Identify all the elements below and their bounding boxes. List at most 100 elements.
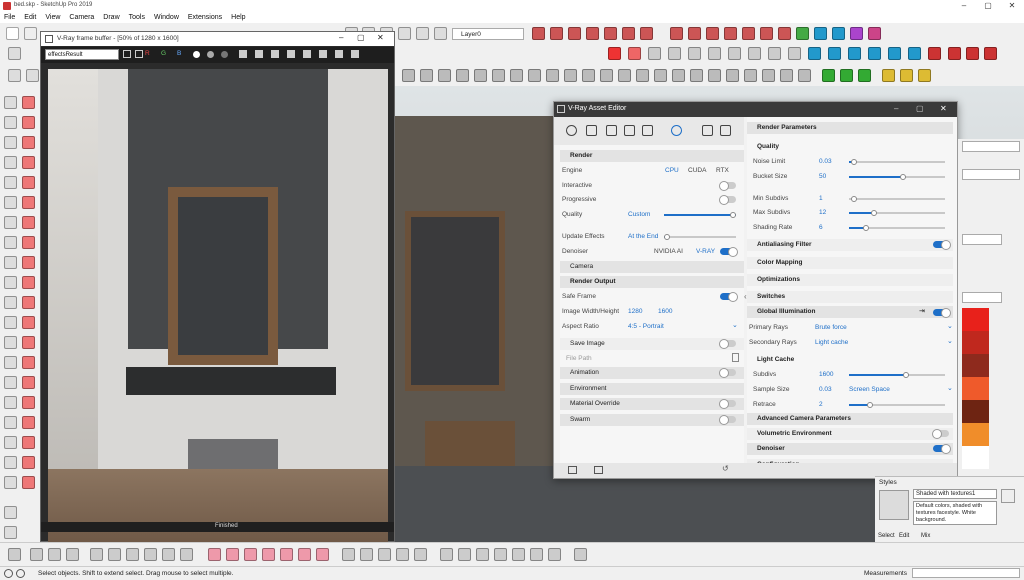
palette-tool-icon[interactable] (4, 416, 17, 429)
primary-rays-select[interactable]: Brute force (815, 324, 847, 331)
materials-icon[interactable] (566, 125, 577, 136)
fb-tool-icon[interactable] (287, 50, 295, 58)
style-thumbnail[interactable] (879, 490, 909, 520)
vray-tool-icon[interactable] (608, 47, 621, 60)
bottom-tool-icon[interactable] (8, 548, 21, 561)
shape-tool-icon[interactable] (420, 69, 433, 82)
palette-tool-icon[interactable] (4, 506, 17, 519)
eraser-tool-icon[interactable] (24, 27, 37, 40)
shape-tool-icon[interactable] (744, 69, 757, 82)
denoiser-vray-option[interactable]: V-RAY (696, 248, 715, 255)
fb-tool-icon[interactable] (221, 51, 228, 58)
fb-tool-icon[interactable] (207, 51, 214, 58)
extension-icon[interactable] (832, 27, 845, 40)
section-switches[interactable]: Switches (747, 291, 953, 303)
frame-buffer-icon[interactable] (720, 125, 731, 136)
lights-icon[interactable] (586, 125, 597, 136)
palette-tool-icon[interactable] (22, 156, 35, 169)
rotate-tool-icon[interactable] (26, 69, 39, 82)
bottom-tool-icon[interactable] (316, 548, 329, 561)
vray-tool-icon[interactable] (984, 47, 997, 60)
shape-tool-icon[interactable] (582, 69, 595, 82)
extension-icon[interactable] (850, 27, 863, 40)
shape-tool-icon[interactable] (474, 69, 487, 82)
shape-tool-icon[interactable] (456, 69, 469, 82)
section-animation[interactable]: Animation (560, 367, 744, 379)
settings-gear-icon[interactable] (671, 125, 682, 136)
palette-tool-icon[interactable] (4, 296, 17, 309)
palette-tool-icon[interactable] (22, 136, 35, 149)
vray-tool-icon[interactable] (768, 47, 781, 60)
min-subdivs-slider[interactable] (849, 198, 945, 200)
section-optimizations[interactable]: Optimizations (747, 274, 953, 286)
vray-tool-icon[interactable] (708, 47, 721, 60)
bottom-tool-icon[interactable] (494, 548, 507, 561)
extension-icon[interactable] (688, 27, 701, 40)
fb-tool-icon[interactable] (255, 50, 263, 58)
section-advanced-camera[interactable]: Advanced Camera Parameters (747, 413, 953, 425)
bottom-tool-icon[interactable] (208, 548, 221, 561)
palette-tool-icon[interactable] (22, 116, 35, 129)
shape-tool-icon[interactable] (762, 69, 775, 82)
tray-select[interactable] (962, 141, 1020, 152)
bottom-tool-icon[interactable] (48, 548, 61, 561)
fb-minimize-button[interactable]: – (339, 33, 343, 42)
shape-tool-icon[interactable] (858, 69, 871, 82)
line-tool-icon[interactable] (8, 47, 21, 60)
chevron-down-icon[interactable]: ⌄ (947, 322, 953, 330)
section-render-parameters[interactable]: Render Parameters (747, 122, 953, 134)
sample-scale-select[interactable]: Screen Space (849, 386, 890, 393)
palette-tool-icon[interactable] (4, 336, 17, 349)
noise-limit-slider-knob[interactable] (851, 159, 857, 165)
shape-tool-icon[interactable] (822, 69, 835, 82)
denoiser-nvidia-option[interactable]: NVIDIA AI (654, 248, 683, 255)
vray-tool-icon[interactable] (966, 47, 979, 60)
bottom-tool-icon[interactable] (574, 548, 587, 561)
palette-tool-icon[interactable] (4, 276, 17, 289)
extension-icon[interactable] (568, 27, 581, 40)
extension-icon[interactable] (550, 27, 563, 40)
fb-tool-icon[interactable] (303, 50, 311, 58)
palette-tool-icon[interactable] (22, 196, 35, 209)
palette-tool-icon[interactable] (22, 356, 35, 369)
extension-icon[interactable] (868, 27, 881, 40)
bottom-tool-icon[interactable] (180, 548, 193, 561)
palette-tool-icon[interactable] (22, 476, 35, 489)
style-description[interactable]: Default colors, shaded with textures fac… (913, 501, 997, 525)
tab-select[interactable]: Select (878, 533, 895, 539)
layer-icon[interactable] (434, 27, 447, 40)
fb-tool-icon[interactable] (135, 50, 143, 58)
textures-icon[interactable] (624, 125, 635, 136)
green-channel-button[interactable]: G (161, 50, 166, 57)
bottom-tool-icon[interactable] (414, 548, 427, 561)
vray-tool-icon[interactable] (868, 47, 881, 60)
section-environment[interactable]: Environment (560, 383, 744, 395)
vray-tool-icon[interactable] (848, 47, 861, 60)
editor-maximize-button[interactable]: ▢ (916, 104, 924, 113)
menu-edit[interactable]: Edit (24, 12, 36, 23)
palette-tool-icon[interactable] (22, 236, 35, 249)
max-subdivs-slider-knob[interactable] (871, 210, 877, 216)
section-camera[interactable]: Camera (560, 261, 744, 273)
subdivs-value[interactable]: 1600 (819, 371, 833, 378)
move-tool-icon[interactable] (8, 69, 21, 82)
bottom-tool-icon[interactable] (548, 548, 561, 561)
bottom-tool-icon[interactable] (280, 548, 293, 561)
palette-tool-icon[interactable] (4, 96, 17, 109)
open-folder-icon[interactable] (568, 466, 577, 474)
geometry-icon[interactable] (606, 125, 617, 136)
chevron-down-icon[interactable]: ⌄ (947, 384, 953, 392)
palette-tool-icon[interactable] (22, 216, 35, 229)
palette-tool-icon[interactable] (4, 376, 17, 389)
tray-select[interactable] (962, 292, 1002, 303)
menu-help[interactable]: Help (231, 12, 245, 23)
shape-tool-icon[interactable] (882, 69, 895, 82)
palette-tool-icon[interactable] (4, 116, 17, 129)
bottom-tool-icon[interactable] (144, 548, 157, 561)
fb-maximize-button[interactable]: ▢ (357, 33, 365, 42)
vray-tool-icon[interactable] (808, 47, 821, 60)
shape-tool-icon[interactable] (654, 69, 667, 82)
section-render[interactable]: Render (560, 150, 744, 162)
shading-rate-value[interactable]: 6 (819, 224, 823, 231)
extension-icon[interactable] (622, 27, 635, 40)
